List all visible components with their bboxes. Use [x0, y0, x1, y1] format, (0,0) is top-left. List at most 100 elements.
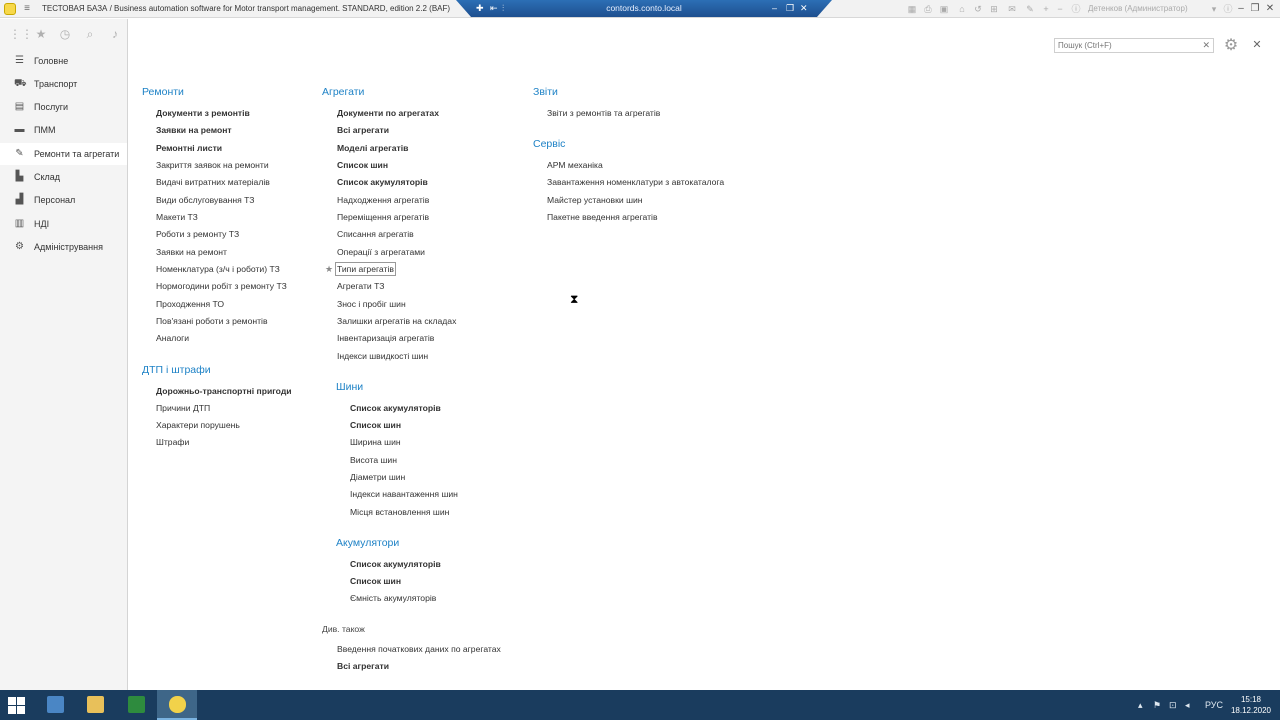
history-icon[interactable]: ↺ [972, 3, 984, 15]
taskbar-spreadsheet[interactable] [116, 690, 156, 720]
restore-icon[interactable]: ❐ [1249, 2, 1261, 15]
link-unit-documents[interactable]: Документи по агрегатах [337, 108, 439, 118]
link-initial-data-entry[interactable]: Введення початкових даних по агрегатах [337, 644, 501, 654]
link-mechanic-workplace[interactable]: АРМ механіка [547, 160, 603, 170]
search-input[interactable] [1055, 39, 1197, 52]
sidebar-item-administration[interactable]: ⚙ Адміністрування [0, 236, 127, 258]
link-tire-wear[interactable]: Знос і пробіг шин [337, 299, 406, 309]
link-unit-inventory[interactable]: Інвентаризація агрегатів [337, 333, 434, 343]
close-window-icon[interactable]: ✕ [1264, 2, 1276, 15]
rdp-restore-icon[interactable]: ❐ [786, 2, 794, 14]
link-batch-unit-entry[interactable]: Пакетне введення агрегатів [547, 212, 658, 222]
info-icon[interactable]: ⓘ [1070, 3, 1082, 15]
link-tires-tire-list[interactable]: Список шин [350, 420, 401, 430]
save-icon[interactable]: ▣ [938, 3, 950, 15]
history-clock-icon[interactable]: ◷ [58, 27, 72, 41]
link-tire-speed-indexes[interactable]: Індекси швидкості шин [337, 351, 428, 361]
tray-clock[interactable]: 15:18 18.12.2020 [1228, 694, 1274, 716]
link-see-also-all-units[interactable]: Всі агрегати [337, 661, 389, 671]
windows-start-icon[interactable] [8, 697, 25, 714]
link-repair-works[interactable]: Роботи з ремонту ТЗ [156, 229, 239, 239]
link-maintenance-passing[interactable]: Проходження ТО [156, 299, 224, 309]
tray-flag-icon[interactable]: ⚑ [1153, 698, 1161, 712]
favorite-star-icon[interactable]: ★ [325, 264, 333, 275]
link-batteries-battery-list[interactable]: Список акумуляторів [350, 559, 441, 569]
minimize-icon[interactable]: – [1235, 2, 1247, 15]
print-icon[interactable]: ⎙ [922, 3, 934, 15]
main-menu-icon[interactable]: ≡ [21, 3, 33, 15]
taskbar-1c-app[interactable] [157, 690, 197, 720]
sidebar-item-transport[interactable]: ⛟ Транспорт [0, 73, 127, 95]
link-battery-list[interactable]: Список акумуляторів [337, 177, 428, 187]
link-repair-sheets[interactable]: Ремонтні листи [156, 143, 222, 153]
link-consumables-issue[interactable]: Видачі витратних матеріалів [156, 177, 270, 187]
sidebar-item-warehouse[interactable]: ▙ Склад [0, 166, 127, 188]
edit-icon[interactable]: ✎ [1024, 3, 1036, 15]
app-logo-icon[interactable] [4, 3, 16, 15]
link-tire-list[interactable]: Список шин [337, 160, 388, 170]
sidebar-item-home[interactable]: ☰ Головне [0, 50, 127, 72]
favorites-star-icon[interactable]: ★ [34, 27, 48, 41]
section-settings-gear-icon[interactable]: ⚙ [1222, 37, 1240, 55]
link-tire-load-indexes[interactable]: Індекси навантаження шин [350, 489, 458, 499]
link-unit-writeoffs[interactable]: Списання агрегатів [337, 229, 414, 239]
bookmark-icon[interactable]: ⊞ [988, 3, 1000, 15]
link-vehicle-units[interactable]: Агрегати ТЗ [337, 281, 384, 291]
taskbar-file-explorer[interactable] [75, 690, 115, 720]
link-unit-models[interactable]: Моделі агрегатів [337, 143, 408, 153]
rdp-minimize-icon[interactable]: – [772, 2, 777, 14]
calendar-icon[interactable]: ▦ [906, 3, 918, 15]
link-tire-diameters[interactable]: Діаметри шин [350, 472, 405, 482]
link-tire-width[interactable]: Ширина шин [350, 437, 401, 447]
rdp-close-icon[interactable]: ✕ [800, 2, 808, 14]
link-repair-unit-reports[interactable]: Звіти з ремонтів та агрегатів [547, 108, 660, 118]
sidebar-item-fuel[interactable]: ▬ ПММ [0, 119, 127, 141]
link-standard-hours[interactable]: Нормогодини робіт з ремонту ТЗ [156, 281, 287, 291]
sidebar-item-reference[interactable]: ▥ НДІ [0, 213, 127, 235]
apps-grid-icon[interactable]: ⋮⋮ [9, 27, 33, 41]
settings-icon[interactable]: ▾ [1208, 3, 1220, 15]
sidebar-item-repairs[interactable]: ✎ Ремонти та агрегати [0, 143, 127, 165]
sidebar-item-personnel[interactable]: ▟ Персонал [0, 189, 127, 211]
tray-volume-icon[interactable]: ◂ [1185, 698, 1190, 712]
taskbar-server-manager[interactable] [35, 690, 75, 720]
search-icon[interactable]: ⌕ [83, 27, 97, 41]
link-analogs[interactable]: Аналоги [156, 333, 189, 343]
zoom-in-icon[interactable]: + [1040, 3, 1052, 15]
link-repair-documents[interactable]: Документи з ремонтів [156, 108, 250, 118]
link-nomenclature[interactable]: Номенклатура (з/ч і роботи) ТЗ [156, 264, 280, 274]
notifications-bell-icon[interactable]: ♪ [108, 27, 122, 41]
link-violation-types[interactable]: Характери порушень [156, 420, 240, 430]
tray-network-icon[interactable]: ⊡ [1169, 698, 1177, 712]
link-road-accidents[interactable]: Дорожньо-транспортні пригоди [156, 386, 292, 396]
link-tires-battery-list[interactable]: Список акумуляторів [350, 403, 441, 413]
sidebar-item-services[interactable]: ▤ Послуги [0, 96, 127, 118]
link-battery-capacity[interactable]: Ємність акумуляторів [350, 593, 436, 603]
current-user[interactable]: Детенков (Администратор) [1088, 4, 1188, 13]
help-icon[interactable]: ⓘ [1222, 3, 1234, 15]
link-unit-operations[interactable]: Операції з агрегатами [337, 247, 425, 257]
link-icon[interactable]: ⌂ [956, 3, 968, 15]
link-batteries-tire-list[interactable]: Список шин [350, 576, 401, 586]
link-tire-height[interactable]: Висота шин [350, 455, 397, 465]
link-unit-stock[interactable]: Залишки агрегатів на складах [337, 316, 456, 326]
link-tire-install-wizard[interactable]: Майстер установки шин [547, 195, 643, 205]
link-repair-requests-2[interactable]: Заявки на ремонт [156, 247, 227, 257]
link-unit-receipts[interactable]: Надходження агрегатів [337, 195, 429, 205]
clear-search-icon[interactable]: ✕ [1202, 40, 1210, 51]
link-tire-mount-positions[interactable]: Місця встановлення шин [350, 507, 449, 517]
link-all-units[interactable]: Всі агрегати [337, 125, 389, 135]
link-unit-transfers[interactable]: Переміщення агрегатів [337, 212, 429, 222]
zoom-out-icon[interactable]: − [1054, 3, 1066, 15]
link-unit-types[interactable]: Типи агрегатів [335, 262, 396, 276]
link-fines[interactable]: Штрафи [156, 437, 189, 447]
link-vehicle-layouts[interactable]: Макети ТЗ [156, 212, 198, 222]
tray-language[interactable]: РУС [1205, 698, 1223, 712]
link-service-types[interactable]: Види обслуговування ТЗ [156, 195, 254, 205]
link-repair-requests[interactable]: Заявки на ремонт [156, 125, 232, 135]
link-accident-causes[interactable]: Причини ДТП [156, 403, 210, 413]
search-field[interactable]: ✕ [1054, 38, 1214, 53]
link-autocatalog-import[interactable]: Завантаження номенклатури з автокаталога [547, 177, 724, 187]
link-related-works[interactable]: Пов'язані роботи з ремонтів [156, 316, 268, 326]
tray-expand-icon[interactable]: ▴ [1138, 698, 1143, 712]
